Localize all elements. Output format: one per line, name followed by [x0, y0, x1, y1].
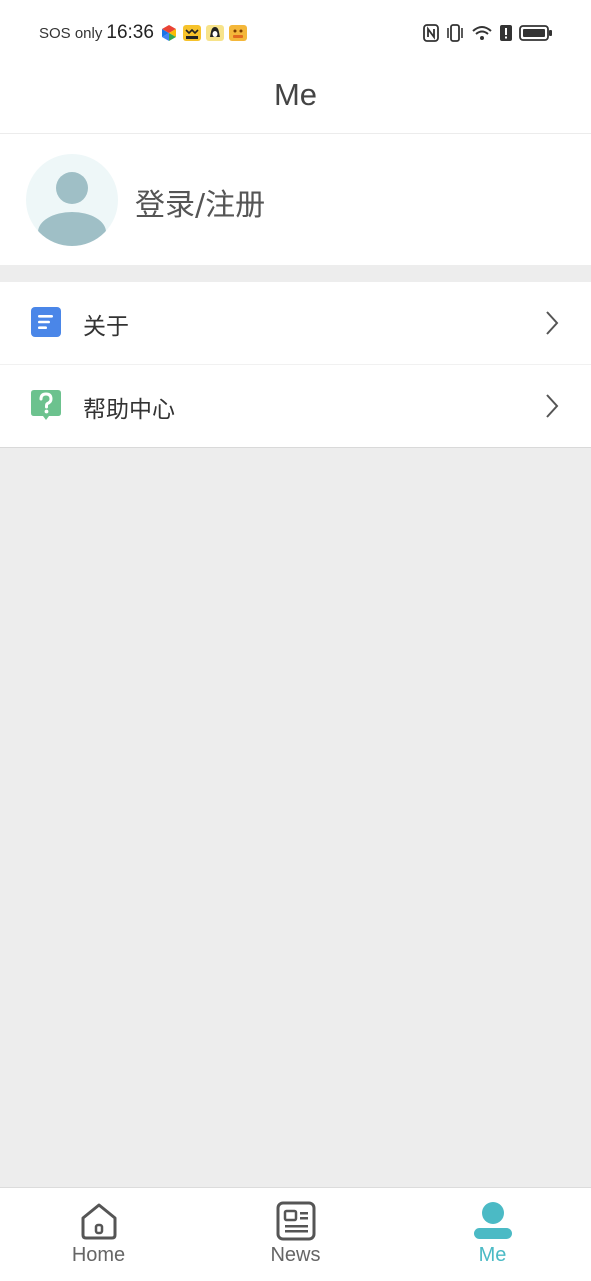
user-avatar-icon [38, 172, 106, 246]
help-icon [31, 390, 61, 420]
clock-text: 16:36 [106, 22, 154, 43]
page-title: Me [273, 77, 318, 112]
status-bar: SOS only 16:36 [0, 0, 591, 66]
news-icon [276, 1201, 315, 1241]
tab-news[interactable]: News [197, 1188, 394, 1281]
menu-item-label: 帮助中心 [83, 397, 175, 423]
bottom-tab-bar: Home News Me [0, 1187, 591, 1281]
tab-label: News [270, 1244, 321, 1266]
tab-home[interactable]: Home [0, 1188, 197, 1281]
menu-item-label: 关于 [83, 314, 129, 340]
nfc-icon [423, 24, 439, 42]
app-icon-penguin [205, 25, 224, 41]
document-icon [31, 307, 61, 337]
person-icon [473, 1202, 512, 1239]
menu-item-help-center[interactable]: 帮助中心 [0, 365, 591, 447]
menu-list: 关于 帮助中心 [0, 282, 591, 448]
profile-card[interactable]: 登录/注册 [0, 134, 591, 265]
chevron-right-icon [546, 394, 559, 418]
status-left: SOS only 16:36 [39, 20, 251, 46]
login-register-link[interactable]: 登录/注册 [135, 180, 265, 224]
wifi-icon [472, 26, 492, 40]
status-right [417, 22, 553, 44]
chevron-right-icon [546, 311, 559, 335]
carrier-text: SOS only [39, 24, 103, 42]
home-icon [81, 1203, 116, 1240]
tab-me[interactable]: Me [394, 1188, 591, 1281]
vibrate-icon [447, 24, 463, 42]
app-icon-colorful [161, 25, 176, 41]
title-bar: Me [0, 66, 591, 134]
tab-label: Me [478, 1244, 507, 1266]
battery-icon [519, 25, 552, 41]
menu-item-about[interactable]: 关于 [0, 282, 591, 365]
tab-label: Home [71, 1244, 126, 1266]
alert-icon [500, 25, 512, 41]
avatar[interactable] [26, 154, 118, 246]
app-icon-yellow-character [228, 25, 247, 41]
app-icon-yellow-face [182, 25, 201, 41]
